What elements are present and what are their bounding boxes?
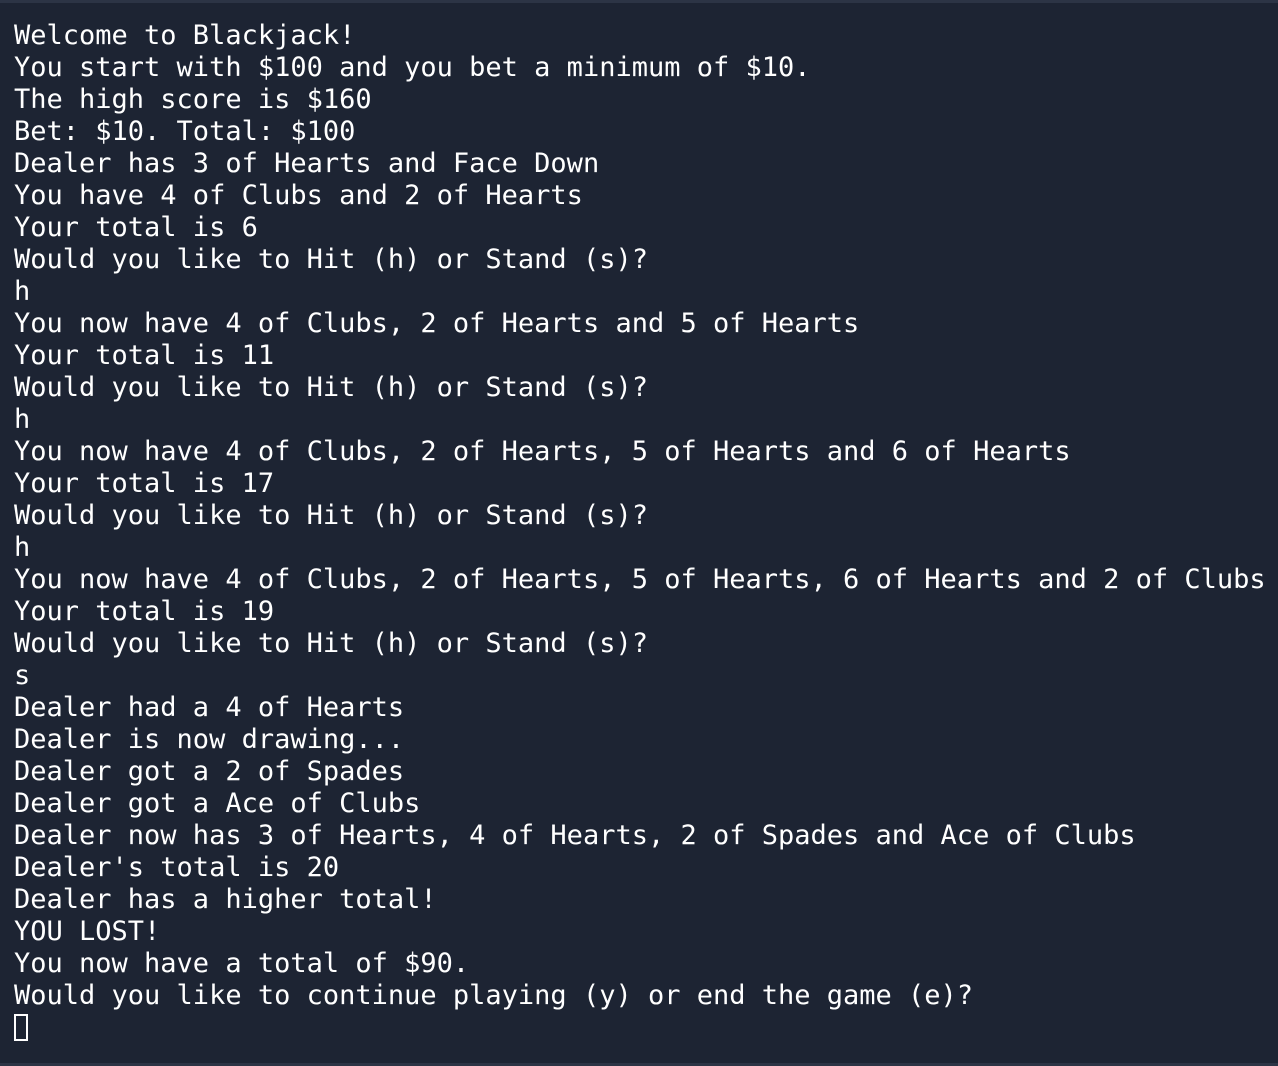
output-line: Would you like to Hit (h) or Stand (s)? (14, 372, 648, 403)
output-line: Bet: $10. Total: $100 (14, 116, 356, 147)
terminal-output: Welcome to Blackjack! You start with $10… (14, 20, 1266, 1044)
output-line: h (14, 404, 31, 435)
output-line: Welcome to Blackjack! (14, 20, 356, 51)
output-line: s (14, 660, 31, 691)
output-line: h (14, 532, 31, 563)
output-line: Dealer is now drawing... (14, 724, 405, 755)
output-line: Your total is 19 (14, 596, 275, 627)
output-line: Would you like to Hit (h) or Stand (s)? (14, 500, 648, 531)
output-line: Dealer has 3 of Hearts and Face Down (14, 148, 600, 179)
output-line: You now have 4 of Clubs, 2 of Hearts, 5 … (14, 436, 1071, 467)
cursor-icon (14, 1014, 28, 1041)
output-line: Would you like to Hit (h) or Stand (s)? (14, 244, 648, 275)
output-line: Dealer got a Ace of Clubs (14, 788, 421, 819)
output-line: Would you like to Hit (h) or Stand (s)? (14, 628, 648, 659)
output-line: You have 4 of Clubs and 2 of Hearts (14, 180, 583, 211)
output-line: Dealer now has 3 of Hearts, 4 of Hearts,… (14, 820, 1136, 851)
output-line: Dealer had a 4 of Hearts (14, 692, 405, 723)
output-line: Your total is 6 (14, 212, 258, 243)
output-line: h (14, 276, 31, 307)
output-line: You now have 4 of Clubs, 2 of Hearts and… (14, 308, 860, 339)
output-line: Would you like to continue playing (y) o… (14, 980, 974, 1011)
output-line: Dealer has a higher total! (14, 884, 437, 915)
output-line: You start with $100 and you bet a minimu… (14, 52, 811, 83)
output-line: Dealer's total is 20 (14, 852, 340, 883)
output-line: Your total is 11 (14, 340, 275, 371)
output-line: Your total is 17 (14, 468, 275, 499)
terminal-input-line[interactable] (14, 1012, 1266, 1044)
output-line: The high score is $160 (14, 84, 372, 115)
terminal-window[interactable]: Welcome to Blackjack! You start with $10… (0, 0, 1278, 1066)
output-line: You now have a total of $90. (14, 948, 470, 979)
output-line: YOU LOST! (14, 916, 161, 947)
terminal-input[interactable] (14, 1012, 1266, 1044)
output-line: You now have 4 of Clubs, 2 of Hearts, 5 … (14, 564, 1266, 595)
output-line: Dealer got a 2 of Spades (14, 756, 405, 787)
